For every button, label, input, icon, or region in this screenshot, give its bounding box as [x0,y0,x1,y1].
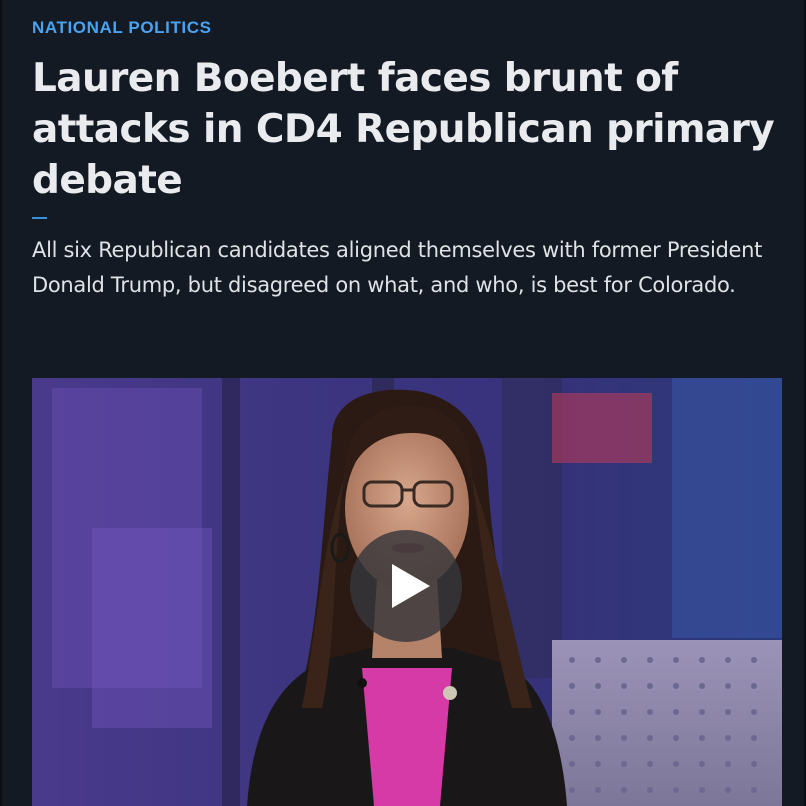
play-button[interactable] [350,530,462,642]
play-icon [392,564,430,608]
article: NATIONAL POLITICS Lauren Boebert faces b… [0,0,806,806]
accent-divider [32,217,47,219]
category-link[interactable]: NATIONAL POLITICS [32,18,212,38]
article-summary: All six Republican candidates aligned th… [32,238,763,297]
headline: Lauren Boebert faces brunt of attacks in… [32,56,775,203]
